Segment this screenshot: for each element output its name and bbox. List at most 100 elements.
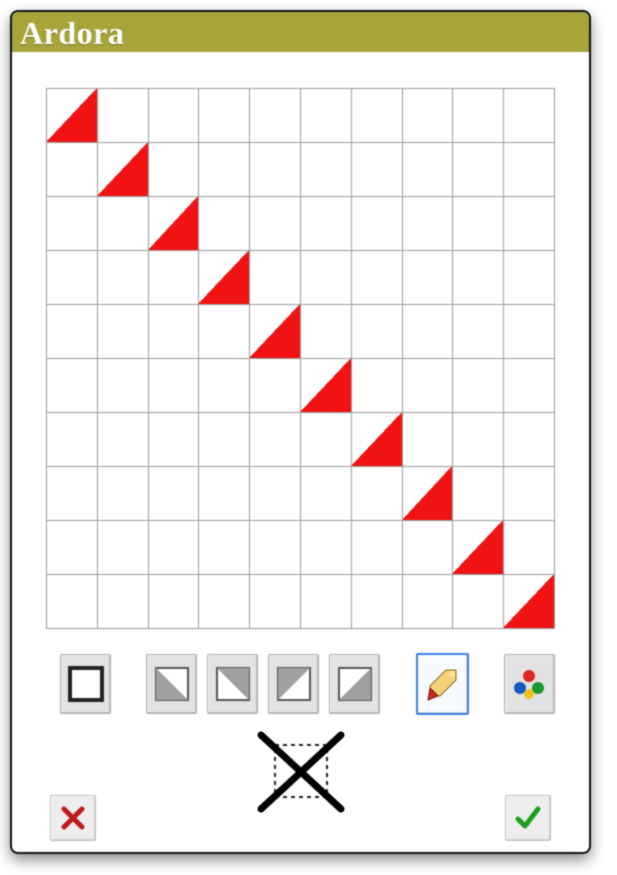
- grid-cell[interactable]: [402, 89, 453, 143]
- grid-cell[interactable]: [199, 143, 250, 197]
- grid-cell[interactable]: [453, 413, 504, 467]
- grid-cell[interactable]: [351, 467, 402, 521]
- grid-cell[interactable]: [504, 359, 555, 413]
- grid-cell[interactable]: [97, 143, 148, 197]
- grid-cell[interactable]: [199, 521, 250, 575]
- grid-cell[interactable]: [199, 251, 250, 305]
- grid-cell[interactable]: [351, 305, 402, 359]
- grid-cell[interactable]: [148, 89, 199, 143]
- grid-cell[interactable]: [148, 305, 199, 359]
- grid-cell[interactable]: [97, 197, 148, 251]
- grid-cell[interactable]: [47, 197, 98, 251]
- grid-cell[interactable]: [199, 197, 250, 251]
- tool-brush[interactable]: [416, 653, 469, 715]
- grid-cell[interactable]: [250, 143, 301, 197]
- grid-cell[interactable]: [402, 575, 453, 629]
- grid-cell[interactable]: [97, 89, 148, 143]
- grid-cell[interactable]: [148, 359, 199, 413]
- grid-cell[interactable]: [47, 521, 98, 575]
- grid-cell[interactable]: [199, 575, 250, 629]
- grid-cell[interactable]: [199, 305, 250, 359]
- grid-cell[interactable]: [351, 575, 402, 629]
- grid-cell[interactable]: [300, 413, 351, 467]
- grid-cell[interactable]: [453, 251, 504, 305]
- grid-cell[interactable]: [97, 467, 148, 521]
- tool-tri-tr[interactable]: [207, 654, 258, 714]
- grid-cell[interactable]: [250, 467, 301, 521]
- grid-cell[interactable]: [148, 197, 199, 251]
- grid-cell[interactable]: [97, 575, 148, 629]
- grid-cell[interactable]: [250, 575, 301, 629]
- grid-cell[interactable]: [504, 521, 555, 575]
- grid-cell[interactable]: [148, 521, 199, 575]
- grid-cell[interactable]: [402, 359, 453, 413]
- grid-cell[interactable]: [351, 359, 402, 413]
- grid-cell[interactable]: [402, 251, 453, 305]
- grid-cell[interactable]: [504, 305, 555, 359]
- grid-cell[interactable]: [402, 413, 453, 467]
- grid-cell[interactable]: [47, 251, 98, 305]
- grid-cell[interactable]: [351, 521, 402, 575]
- grid-cell[interactable]: [300, 89, 351, 143]
- grid-cell[interactable]: [453, 197, 504, 251]
- grid-cell[interactable]: [351, 197, 402, 251]
- grid-cell[interactable]: [402, 305, 453, 359]
- delete-pattern-button[interactable]: [251, 729, 351, 815]
- grid-cell[interactable]: [300, 521, 351, 575]
- tool-tri-bl[interactable]: [146, 654, 197, 714]
- grid-cell[interactable]: [453, 467, 504, 521]
- grid-cell[interactable]: [97, 413, 148, 467]
- grid-cell[interactable]: [351, 89, 402, 143]
- grid-cell[interactable]: [250, 413, 301, 467]
- grid-cell[interactable]: [504, 143, 555, 197]
- grid-cell[interactable]: [199, 89, 250, 143]
- grid-cell[interactable]: [504, 413, 555, 467]
- grid-cell[interactable]: [300, 305, 351, 359]
- grid-cell[interactable]: [148, 467, 199, 521]
- grid-cell[interactable]: [250, 197, 301, 251]
- grid-cell[interactable]: [250, 305, 301, 359]
- grid-cell[interactable]: [504, 575, 555, 629]
- grid-cell[interactable]: [250, 521, 301, 575]
- grid-cell[interactable]: [250, 359, 301, 413]
- grid-cell[interactable]: [97, 305, 148, 359]
- grid-cell[interactable]: [47, 143, 98, 197]
- grid-cell[interactable]: [250, 251, 301, 305]
- grid-cell[interactable]: [47, 413, 98, 467]
- grid-cell[interactable]: [351, 143, 402, 197]
- grid-cell[interactable]: [47, 359, 98, 413]
- grid-cell[interactable]: [47, 575, 98, 629]
- grid-cell[interactable]: [453, 305, 504, 359]
- tool-tri-tl[interactable]: [268, 654, 319, 714]
- grid-cell[interactable]: [504, 251, 555, 305]
- grid-cell[interactable]: [453, 521, 504, 575]
- grid-cell[interactable]: [504, 89, 555, 143]
- grid-cell[interactable]: [97, 251, 148, 305]
- grid-cell[interactable]: [300, 251, 351, 305]
- grid-cell[interactable]: [402, 467, 453, 521]
- grid-cell[interactable]: [300, 143, 351, 197]
- grid-cell[interactable]: [47, 467, 98, 521]
- grid-cell[interactable]: [148, 143, 199, 197]
- grid-cell[interactable]: [97, 359, 148, 413]
- grid-cell[interactable]: [300, 467, 351, 521]
- grid-cell[interactable]: [300, 359, 351, 413]
- confirm-button[interactable]: [505, 795, 551, 841]
- grid-cell[interactable]: [453, 575, 504, 629]
- drawing-grid[interactable]: [46, 88, 555, 629]
- grid-cell[interactable]: [300, 197, 351, 251]
- grid-cell[interactable]: [47, 89, 98, 143]
- tool-full-square[interactable]: [60, 654, 111, 714]
- grid-cell[interactable]: [402, 143, 453, 197]
- grid-cell[interactable]: [402, 197, 453, 251]
- grid-cell[interactable]: [351, 251, 402, 305]
- grid-cell[interactable]: [300, 575, 351, 629]
- tool-color-picker[interactable]: [504, 654, 555, 714]
- grid-cell[interactable]: [199, 413, 250, 467]
- grid-cell[interactable]: [199, 359, 250, 413]
- grid-cell[interactable]: [402, 521, 453, 575]
- grid-cell[interactable]: [504, 467, 555, 521]
- grid-cell[interactable]: [97, 521, 148, 575]
- tool-tri-br[interactable]: [329, 654, 380, 714]
- grid-cell[interactable]: [453, 143, 504, 197]
